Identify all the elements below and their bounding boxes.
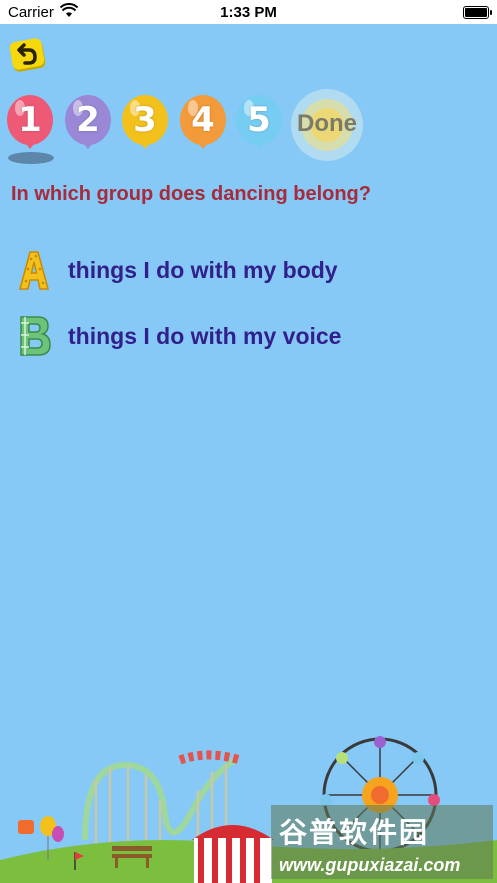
step-balloon-5[interactable]: 5 xyxy=(233,94,285,154)
step-balloon-1[interactable]: 1 xyxy=(4,94,56,154)
step-balloon-3[interactable]: 3 xyxy=(119,94,171,154)
answer-text: things I do with my voice xyxy=(68,323,342,349)
letter-a-icon xyxy=(19,251,49,290)
answer-option-a[interactable]: things I do with my body xyxy=(16,249,486,293)
battery-icon xyxy=(463,6,492,19)
back-button[interactable] xyxy=(8,38,50,74)
step-balloon-2[interactable]: 2 xyxy=(62,94,114,154)
status-time: 1:33 PM xyxy=(220,4,277,21)
watermark-title: 谷普软件园 xyxy=(279,817,430,848)
watermark: 谷普软件园 www.gupuxiazai.com xyxy=(271,805,493,879)
letter-b-icon xyxy=(20,316,51,356)
done-button[interactable]: Done xyxy=(288,88,366,162)
circus-tent-illustration xyxy=(192,825,274,883)
watermark-url: www.gupuxiazai.com xyxy=(279,855,461,875)
step-number: 1 xyxy=(18,100,42,140)
back-arrow-icon xyxy=(9,38,46,72)
question-text: In which group does dancing belong? xyxy=(11,183,371,205)
status-bar: Carrier 1:33 PM xyxy=(0,0,497,24)
done-label: Done xyxy=(297,110,357,137)
answer-text: things I do with my body xyxy=(68,257,338,283)
current-step-shadow xyxy=(8,152,54,164)
step-number: 3 xyxy=(133,100,157,140)
answer-option-b[interactable]: things I do with my voice xyxy=(16,315,486,359)
step-progress: 1 2 3 4 5 xyxy=(0,88,497,178)
step-number: 2 xyxy=(76,100,100,140)
step-number: 4 xyxy=(191,100,215,140)
step-balloon-4[interactable]: 4 xyxy=(177,94,229,154)
step-number: 5 xyxy=(247,100,271,140)
